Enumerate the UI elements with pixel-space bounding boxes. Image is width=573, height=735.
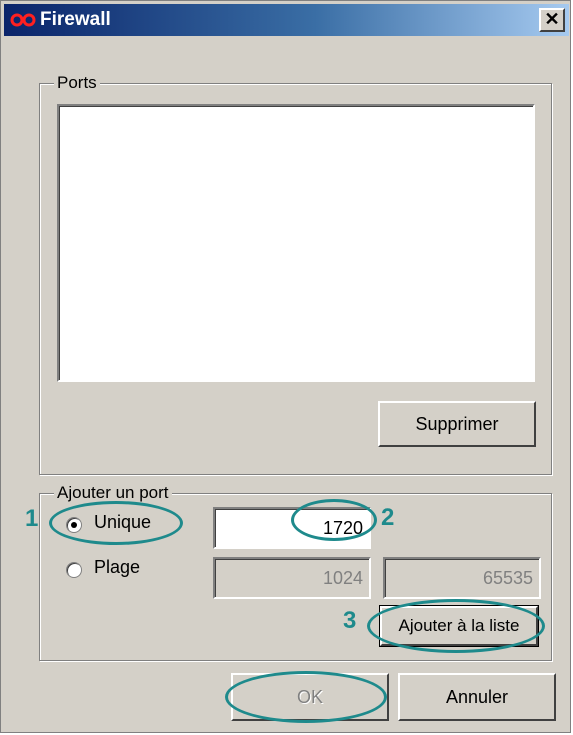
remove-button[interactable]: Supprimer bbox=[378, 401, 536, 447]
radio-range[interactable] bbox=[66, 562, 82, 578]
annotation-step-2: 2 bbox=[381, 504, 395, 531]
range-from-input[interactable]: 1024 bbox=[213, 557, 371, 599]
annotation-step-3: 3 bbox=[343, 607, 357, 634]
annotation-ring-port-value bbox=[291, 499, 377, 541]
infinity-logo-icon bbox=[10, 13, 36, 27]
annotation-ring-add-button bbox=[367, 599, 545, 653]
annotation-step-1: 1 bbox=[25, 505, 39, 532]
window-title: Firewall bbox=[40, 9, 111, 30]
annotation-ring-ok bbox=[225, 671, 387, 723]
ports-group: Ports Supprimer bbox=[39, 73, 552, 475]
title-bar[interactable]: Firewall ✕ bbox=[4, 4, 569, 36]
radio-range-label[interactable]: Plage bbox=[94, 557, 140, 578]
firewall-dialog: Firewall ✕ Ports Supprimer Ajouter un po… bbox=[0, 0, 571, 733]
range-to-input[interactable]: 65535 bbox=[383, 557, 541, 599]
annotation-ring-unique bbox=[49, 501, 183, 545]
ports-list[interactable] bbox=[57, 104, 535, 382]
ports-group-label: Ports bbox=[54, 73, 100, 93]
close-button[interactable]: ✕ bbox=[539, 8, 565, 32]
close-icon: ✕ bbox=[544, 9, 560, 29]
cancel-button[interactable]: Annuler bbox=[398, 673, 556, 721]
add-port-group-label: Ajouter un port bbox=[54, 483, 172, 503]
